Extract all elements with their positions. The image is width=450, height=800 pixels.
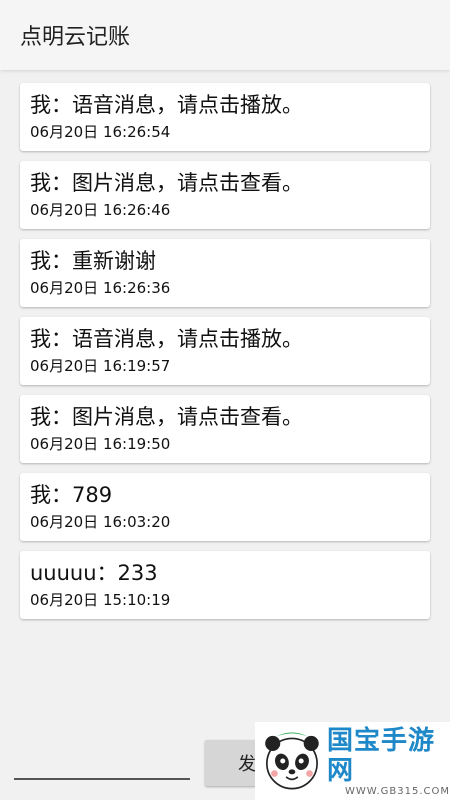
panda-logo-icon	[265, 732, 319, 790]
watermark-title: 国宝手游网	[326, 725, 435, 786]
watermark-text: 国宝手游网 WWW.GB315.COM	[327, 726, 450, 797]
watermark: 国宝手游网 WWW.GB315.COM	[255, 722, 450, 800]
app-bar: 点明云记账	[0, 0, 450, 70]
message-card[interactable]: 我：重新谢谢 06月20日 16:26:36	[20, 239, 430, 307]
message-text: 我：语音消息，请点击播放。	[30, 327, 303, 351]
message-text: 我：图片消息，请点击查看。	[30, 405, 303, 429]
watermark-url: WWW.GB315.COM	[344, 785, 450, 797]
message-card[interactable]: 我：图片消息，请点击查看。 06月20日 16:19:50	[20, 395, 430, 463]
app-title: 点明云记账	[20, 25, 131, 50]
message-text: 我：789	[30, 483, 113, 507]
message-time: 06月20日 16:19:57	[30, 357, 171, 375]
message-text: 我：语音消息，请点击播放。	[30, 93, 303, 117]
message-time: 06月20日 16:26:36	[30, 279, 171, 297]
message-card[interactable]: 我：789 06月20日 16:03:20	[20, 473, 430, 541]
message-text: 我：图片消息，请点击查看。	[30, 171, 303, 195]
message-time: 06月20日 16:19:50	[30, 435, 171, 453]
message-time: 06月20日 16:26:54	[30, 123, 171, 141]
message-input[interactable]	[14, 778, 190, 780]
message-list[interactable]: 我：语音消息，请点击播放。 06月20日 16:26:54 我：图片消息，请点击…	[20, 83, 430, 629]
message-card[interactable]: 我：语音消息，请点击播放。 06月20日 16:26:54	[20, 83, 430, 151]
message-card[interactable]: uuuuu：233 06月20日 15:10:19	[20, 551, 430, 619]
message-time: 06月20日 15:10:19	[30, 591, 171, 609]
message-card[interactable]: 我：图片消息，请点击查看。 06月20日 16:26:46	[20, 161, 430, 229]
message-time: 06月20日 16:03:20	[30, 513, 171, 531]
message-text: uuuuu：233	[30, 561, 158, 585]
message-text: 我：重新谢谢	[30, 249, 156, 273]
message-time: 06月20日 16:26:46	[30, 201, 171, 219]
message-card[interactable]: 我：语音消息，请点击播放。 06月20日 16:19:57	[20, 317, 430, 385]
